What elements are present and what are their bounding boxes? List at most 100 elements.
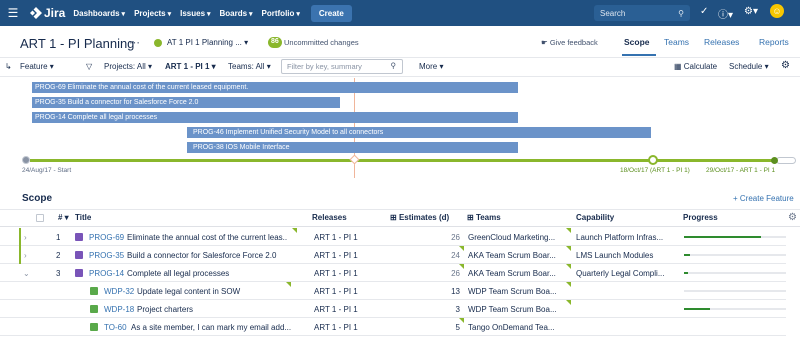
expand-row-icon[interactable]: › xyxy=(24,233,27,242)
feature-dropdown[interactable]: Feature ▾ xyxy=(20,62,54,71)
search-input[interactable]: Search ⚲ xyxy=(594,5,690,21)
nav-issues[interactable]: Issues xyxy=(180,9,210,18)
uncommitted-changes-link[interactable]: Uncommitted changes xyxy=(284,38,359,47)
progress-fill xyxy=(684,236,761,238)
issue-title[interactable]: Update legal content in SOW xyxy=(137,287,292,296)
nav-portfolio[interactable]: Portfolio xyxy=(262,9,300,18)
expand-row-icon[interactable]: › xyxy=(24,251,27,260)
settings-icon[interactable]: ⚙ xyxy=(781,60,790,71)
timeline-start-marker[interactable] xyxy=(22,156,30,164)
jira-logo[interactable]: Jira xyxy=(30,6,65,20)
avatar[interactable]: ☺ xyxy=(770,4,784,18)
schedule-dropdown[interactable]: Schedule ▾ xyxy=(729,62,769,71)
collapse-row-icon[interactable]: ⌄ xyxy=(23,269,30,278)
nav-boards[interactable]: Boards xyxy=(219,9,252,18)
timeline-end-marker[interactable] xyxy=(771,157,778,164)
issue-key[interactable]: WDP-18 xyxy=(104,305,134,314)
plan-status-dot xyxy=(154,38,162,47)
issue-team[interactable]: WDP Team Scrum Boa... xyxy=(468,305,560,314)
teams-label: Teams: All xyxy=(228,62,265,71)
column-settings-icon[interactable]: ⚙ xyxy=(788,212,797,223)
release-dropdown[interactable]: ART 1 - PI 1 ▾ xyxy=(165,62,216,71)
uncommitted-count-badge[interactable]: 86 xyxy=(268,37,282,48)
issue-key[interactable]: PROG-69 xyxy=(89,233,124,242)
more-dropdown[interactable]: More ▾ xyxy=(419,62,443,71)
issue-team[interactable]: AKA Team Scrum Boar... xyxy=(468,269,560,278)
issue-estimate[interactable]: 5 xyxy=(444,323,460,332)
issue-estimate[interactable]: 13 xyxy=(444,287,460,296)
more-options-icon[interactable]: ⋯ xyxy=(129,36,141,49)
column-teams[interactable]: ⊞ Teams xyxy=(467,213,501,222)
issue-release[interactable]: ART 1 - PI 1 xyxy=(314,233,358,242)
menu-icon[interactable]: ☰ xyxy=(2,6,24,20)
issue-release[interactable]: ART 1 - PI 1 xyxy=(314,287,358,296)
filter-placeholder: Filter by key, summary xyxy=(287,62,362,71)
timeline-track xyxy=(30,159,776,162)
settings-icon[interactable]: ⚙▾ xyxy=(744,6,758,17)
issue-team[interactable]: GreenCloud Marketing... xyxy=(468,233,560,242)
create-button[interactable]: Create xyxy=(310,4,352,22)
row-number: 3 xyxy=(56,269,61,278)
megaphone-icon: ☛ xyxy=(541,38,550,47)
issue-title[interactable]: Complete all legal processes xyxy=(127,269,292,278)
issue-title[interactable]: As a site member, I can mark my email ad… xyxy=(131,323,292,332)
issue-team[interactable]: Tango OnDemand Tea... xyxy=(468,323,560,332)
issue-capability[interactable]: Quarterly Legal Compli... xyxy=(576,269,674,278)
issue-release[interactable]: ART 1 - PI 1 xyxy=(314,269,358,278)
issue-release[interactable]: ART 1 - PI 1 xyxy=(314,323,358,332)
issue-estimate[interactable]: 24 xyxy=(444,251,460,260)
issue-title[interactable]: Project charters xyxy=(137,305,292,314)
column-capability[interactable]: Capability xyxy=(576,213,614,222)
give-feedback-link[interactable]: ☛ Give feedback xyxy=(541,38,598,47)
filter-input[interactable]: Filter by key, summary ⚲ xyxy=(281,59,403,74)
timeline-bar-prog-38[interactable]: PROG-38 IOS Mobile Interface xyxy=(187,142,518,153)
column-number[interactable]: # ▾ xyxy=(58,213,69,222)
column-title[interactable]: Title xyxy=(75,213,91,222)
create-feature-link[interactable]: + Create Feature xyxy=(733,194,794,203)
row-number: 1 xyxy=(56,233,61,242)
issue-capability[interactable]: Launch Platform Infras... xyxy=(576,233,674,242)
timeline-bar-prog-35[interactable]: PROG-35 Build a connector for Salesforce… xyxy=(32,97,340,108)
tab-scope[interactable]: Scope xyxy=(624,37,650,47)
timeline-bar-prog-46[interactable]: PROG-46 Implement Unified Security Model… xyxy=(187,127,651,138)
issue-team[interactable]: WDP Team Scrum Boa... xyxy=(468,287,560,296)
issue-key[interactable]: PROG-35 xyxy=(89,251,124,260)
timeline-bar-prog-14[interactable]: PROG-14 Complete all legal processes xyxy=(32,112,518,123)
issue-release[interactable]: ART 1 - PI 1 xyxy=(314,305,358,314)
issue-capability[interactable]: LMS Launch Modules xyxy=(576,251,674,260)
column-releases[interactable]: Releases xyxy=(312,213,347,222)
issue-estimate[interactable]: 26 xyxy=(444,269,460,278)
story-icon xyxy=(90,305,98,313)
teams-dropdown[interactable]: Teams: All ▾ xyxy=(228,62,271,71)
issue-key[interactable]: WDP-32 xyxy=(104,287,134,296)
issue-key[interactable]: PROG-14 xyxy=(89,269,124,278)
issue-title[interactable]: Eliminate the annual cost of the current… xyxy=(127,233,287,242)
projects-dropdown[interactable]: Projects: All ▾ xyxy=(104,62,152,71)
nav-projects[interactable]: Projects xyxy=(134,9,171,18)
issue-release[interactable]: ART 1 - PI 1 xyxy=(314,251,358,260)
row-flag-icon xyxy=(566,246,571,251)
issue-title[interactable]: Build a connector for Salesforce Force 2… xyxy=(127,251,292,260)
tab-reports[interactable]: Reports xyxy=(759,37,789,47)
timeline-bar-prog-69[interactable]: PROG-69 Eliminate the annual cost of the… xyxy=(32,82,518,93)
tab-releases[interactable]: Releases xyxy=(704,37,739,47)
issue-estimate[interactable]: 26 xyxy=(444,233,460,242)
progress-bar xyxy=(684,290,786,292)
issue-key[interactable]: TO-60 xyxy=(104,323,127,332)
issue-estimate[interactable]: 3 xyxy=(444,305,460,314)
plan-selector[interactable]: AT 1 PI 1 Planning ... ▾ xyxy=(154,38,248,47)
column-progress[interactable]: Progress xyxy=(683,213,718,222)
help-icon[interactable]: ⓘ▾ xyxy=(718,6,733,21)
column-estimates[interactable]: ⊞ Estimates (d) xyxy=(390,213,449,222)
jira-icon xyxy=(30,7,42,19)
feedback-icon[interactable]: ✓ xyxy=(700,6,708,17)
select-all-checkbox[interactable] xyxy=(36,214,44,222)
issue-team[interactable]: AKA Team Scrum Boar... xyxy=(468,251,560,260)
timeline-scroll-handle[interactable] xyxy=(776,157,796,164)
filter-icon[interactable]: ▽ xyxy=(86,62,92,71)
calculate-button[interactable]: ▦ Calculate xyxy=(674,62,717,71)
tab-teams[interactable]: Teams xyxy=(664,37,689,47)
nav-dashboards[interactable]: Dashboards xyxy=(73,9,125,18)
hierarchy-icon[interactable]: ↳ xyxy=(5,62,12,71)
release-marker[interactable] xyxy=(648,155,658,165)
